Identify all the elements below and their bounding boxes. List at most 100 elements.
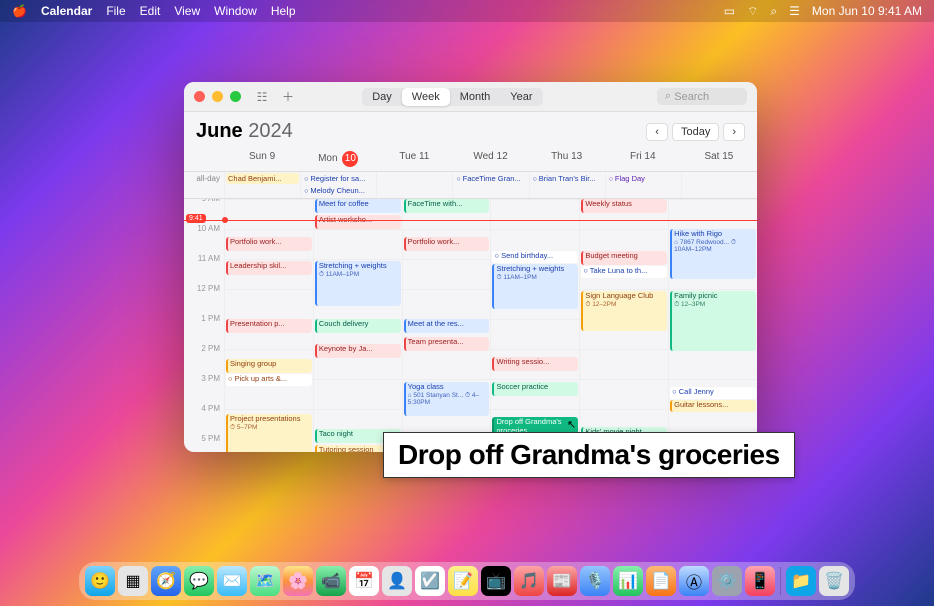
dock-notes-icon[interactable]: 📝 [448, 566, 478, 596]
menubar-clock[interactable]: Mon Jun 10 9:41 AM [812, 4, 922, 18]
dock-tv-icon[interactable]: 📺 [481, 566, 511, 596]
calendar-event[interactable]: ○ Call Jenny [670, 387, 756, 399]
dock-downloads-icon[interactable]: 📁 [786, 566, 816, 596]
calendar-event[interactable]: Couch delivery [315, 319, 401, 333]
dock-contacts-icon[interactable]: 👤 [382, 566, 412, 596]
dock-pages-icon[interactable]: 📄 [646, 566, 676, 596]
calendar-event[interactable]: Portfolio work... [404, 237, 490, 251]
allday-event[interactable]: FaceTime Gran... [454, 173, 527, 184]
search-input[interactable]: ⌕ Search [657, 88, 747, 105]
control-center-icon[interactable]: ☰ [789, 4, 800, 18]
day-header[interactable]: Thu 13 [529, 147, 605, 171]
dock-podcasts-icon[interactable]: 🎙️ [580, 566, 610, 596]
day-header[interactable]: Wed 12 [452, 147, 528, 171]
menu-view[interactable]: View [174, 4, 200, 18]
dock-safari-icon[interactable]: 🧭 [151, 566, 181, 596]
dock-maps-icon[interactable]: 🗺️ [250, 566, 280, 596]
day-column[interactable]: FaceTime with... Portfolio work... Meet at… [402, 199, 491, 452]
day-column[interactable]: Weekly status Budget meeting○ Take Luna t… [579, 199, 668, 452]
apple-menu-icon[interactable]: 🍎 [12, 4, 27, 18]
calendar-event[interactable]: ○ Take Luna to th... [581, 266, 667, 278]
dock-calendar-icon[interactable]: 📅 [349, 566, 379, 596]
calendar-event[interactable]: Meet for coffee [315, 199, 401, 213]
allday-event[interactable]: Flag Day [607, 173, 680, 184]
allday-event[interactable]: Register for sa... [302, 173, 375, 184]
day-header[interactable]: Fri 14 [605, 147, 681, 171]
calendar-event[interactable]: Family picnic⏱ 12–3PM [670, 291, 756, 351]
calendar-event[interactable]: Hike with Rigo⌂ 7867 Redwood... ⏱ 10AM–1… [670, 229, 756, 279]
calendar-event[interactable]: Portfolio work... [226, 237, 312, 251]
calendar-event[interactable]: Meet at the res... [404, 319, 490, 333]
calendar-event[interactable]: Writing sessio... [492, 357, 578, 371]
add-event-icon[interactable]: ＋ [279, 88, 297, 106]
calendar-event[interactable]: Sign Language Club⏱ 12–2PM [581, 291, 667, 331]
view-week[interactable]: Week [402, 88, 450, 106]
menu-file[interactable]: File [106, 4, 125, 18]
hour-label: 10 AM [184, 224, 224, 254]
dock-trash-icon[interactable]: 🗑️ [819, 566, 849, 596]
calendar-event[interactable]: Budget meeting [581, 251, 667, 265]
spotlight-icon[interactable]: ⌕ [770, 4, 777, 19]
battery-icon[interactable]: ▭ [724, 4, 735, 18]
calendar-event[interactable]: Leadership skil... [226, 261, 312, 275]
hour-label: 3 PM [184, 374, 224, 404]
app-name[interactable]: Calendar [41, 4, 92, 18]
dock-photos-icon[interactable]: 🌸 [283, 566, 313, 596]
calendar-event[interactable]: Stretching + weights⏱ 11AM–1PM [492, 264, 578, 309]
today-button[interactable]: Today [672, 123, 719, 141]
view-year[interactable]: Year [500, 88, 542, 106]
day-column[interactable]: ○ Send birthday...Stretching + weights⏱ … [490, 199, 579, 452]
dock-messages-icon[interactable]: 💬 [184, 566, 214, 596]
dock-numbers-icon[interactable]: 📊 [613, 566, 643, 596]
day-header[interactable]: Sat 15 [681, 147, 757, 171]
calendar-event[interactable]: Singing group [226, 359, 312, 373]
menu-help[interactable]: Help [271, 4, 296, 18]
menu-window[interactable]: Window [214, 4, 257, 18]
calendar-event[interactable]: Presentation p... [226, 319, 312, 333]
dock-news-icon[interactable]: 📰 [547, 566, 577, 596]
calendars-toggle-icon[interactable]: ☷ [253, 88, 271, 106]
dock-settings-icon[interactable]: ⚙️ [712, 566, 742, 596]
wifi-icon[interactable]: ⌔ [747, 4, 758, 19]
menubar: 🍎 Calendar File Edit View Window Help ▭ … [0, 0, 934, 22]
calendar-event[interactable]: FaceTime with... [404, 199, 490, 213]
dock-finder-icon[interactable]: 🙂 [85, 566, 115, 596]
calendar-event[interactable]: Stretching + weights⏱ 11AM–1PM [315, 261, 401, 306]
calendar-event[interactable]: Artist worksho... [315, 215, 401, 229]
dock-launchpad-icon[interactable]: ▦ [118, 566, 148, 596]
day-header[interactable]: Tue 11 [376, 147, 452, 171]
dock-mail-icon[interactable]: ✉️ [217, 566, 247, 596]
dock-iphone-mirror-icon[interactable]: 📱 [745, 566, 775, 596]
calendar-event[interactable]: Team presenta... [404, 337, 490, 351]
minimize-button[interactable] [212, 91, 223, 102]
menu-edit[interactable]: Edit [140, 4, 161, 18]
allday-event[interactable]: Brian Tran's Bir... [531, 173, 604, 184]
day-column[interactable]: Hike with Rigo⌂ 7867 Redwood... ⏱ 10AM–1… [668, 199, 757, 452]
view-month[interactable]: Month [450, 88, 501, 106]
calendar-event[interactable]: Project presentations⏱ 5–7PM [226, 414, 312, 452]
traffic-lights [194, 91, 241, 102]
hour-label: 11 AM [184, 254, 224, 284]
dock-appstore-icon[interactable]: Ⓐ [679, 566, 709, 596]
calendar-event[interactable]: Weekly status [581, 199, 667, 213]
day-header-today[interactable]: Mon 10 [300, 147, 376, 171]
view-day[interactable]: Day [362, 88, 402, 106]
calendar-event[interactable]: ○ Send birthday... [492, 251, 578, 263]
dock-facetime-icon[interactable]: 📹 [316, 566, 346, 596]
calendar-event[interactable]: Guitar lessons... [670, 400, 756, 412]
calendar-event[interactable]: Soccer practice [492, 382, 578, 396]
close-button[interactable] [194, 91, 205, 102]
day-column[interactable]: Meet for coffee Artist worksho... Stretchi… [313, 199, 402, 452]
day-header[interactable]: Sun 9 [224, 147, 300, 171]
dock-music-icon[interactable]: 🎵 [514, 566, 544, 596]
dock-reminders-icon[interactable]: ☑️ [415, 566, 445, 596]
calendar-event[interactable]: Yoga class⌂ 501 Stanyan St... ⏱ 4–5:30PM [404, 382, 490, 416]
calendar-event[interactable]: Keynote by Ja... [315, 344, 401, 358]
allday-event[interactable]: Chad Benjami... [226, 173, 299, 184]
allday-event[interactable]: Melody Cheun... [302, 185, 375, 196]
fullscreen-button[interactable] [230, 91, 241, 102]
day-column[interactable]: Portfolio work... Leadership skil... Prese… [224, 199, 313, 452]
prev-week-button[interactable]: ‹ [646, 123, 668, 141]
calendar-event[interactable]: ○ Pick up arts &... [226, 374, 312, 386]
next-week-button[interactable]: › [723, 123, 745, 141]
